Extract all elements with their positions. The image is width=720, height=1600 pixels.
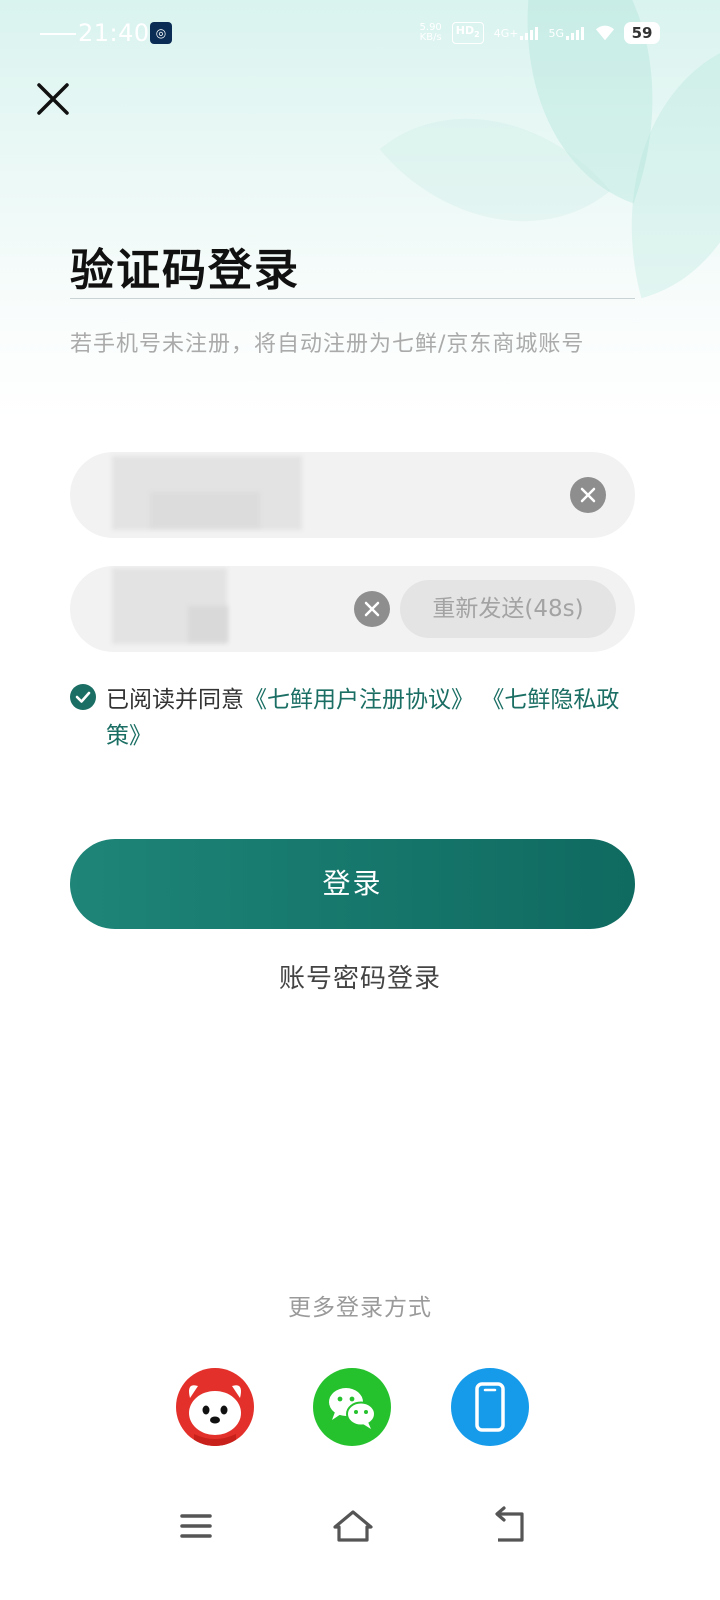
net-speed: 5.90 KB/s [420, 23, 442, 43]
signal-bars-icon [520, 26, 539, 40]
back-icon [495, 1506, 524, 1542]
jd-mascot-icon [189, 1385, 241, 1446]
wechat-icon [329, 1388, 376, 1429]
close-button[interactable] [30, 76, 76, 122]
status-bar: 21:40 ◎ 5.90 KB/s HD2 4G+ 5G 59 [0, 0, 720, 66]
menu-button[interactable] [166, 1500, 226, 1554]
wechat-login-button[interactable] [313, 1368, 391, 1446]
login-button[interactable]: 登录 [70, 839, 635, 929]
agreement-text: 已阅读并同意《七鲜用户注册协议》 《七鲜隐私政策》 [106, 682, 630, 754]
status-line [40, 33, 76, 35]
battery-icon: 59 [624, 22, 660, 44]
code-field[interactable]: 重新发送(48s) [70, 566, 635, 652]
agree-checkbox[interactable] [70, 684, 96, 710]
register-hint: 若手机号未注册，将自动注册为七鲜/京东商城账号 [70, 332, 585, 357]
app-notification-icon: ◎ [150, 22, 172, 44]
signal-5g-label: 5G [548, 27, 564, 40]
code-input[interactable] [110, 566, 344, 652]
jd-login-button[interactable] [176, 1368, 254, 1446]
page-title: 验证码登录 [70, 245, 300, 296]
signal-5g: 5G [548, 26, 584, 40]
wifi-icon [596, 25, 614, 41]
check-icon [75, 691, 91, 703]
resend-code-button[interactable]: 重新发送(48s) [400, 580, 616, 638]
phone-input[interactable] [110, 452, 449, 538]
hd-sub: 2 [474, 30, 480, 40]
phone-icon [475, 1382, 505, 1432]
menu-icon [180, 1514, 212, 1538]
agreement-prefix: 已阅读并同意 [106, 687, 244, 713]
status-time: 21:40 [78, 19, 150, 47]
hd-label: HD [455, 23, 475, 37]
home-button[interactable] [323, 1500, 383, 1554]
password-login-link[interactable]: 账号密码登录 [0, 958, 720, 995]
more-login-label: 更多登录方式 [288, 1295, 432, 1321]
home-icon [333, 1510, 373, 1542]
clear-icon [364, 601, 380, 617]
user-agreement-link[interactable]: 《七鲜用户注册协议》 [244, 687, 474, 713]
signal-4g-label: 4G+ [493, 27, 519, 40]
signal-4g: 4G+ [494, 26, 539, 40]
phone-field[interactable] [70, 452, 635, 538]
close-icon [37, 83, 69, 115]
phone-login-button[interactable] [451, 1368, 529, 1446]
clear-phone-button[interactable] [570, 477, 606, 513]
clear-icon [580, 487, 596, 503]
title-divider [70, 298, 635, 299]
back-button[interactable] [480, 1500, 540, 1554]
hd-badge: HD2 [451, 21, 484, 45]
net-speed-unit: KB/s [419, 32, 442, 43]
signal-bars-icon [566, 26, 584, 40]
system-nav-bar [0, 1490, 720, 1600]
clear-code-button[interactable] [354, 591, 390, 627]
